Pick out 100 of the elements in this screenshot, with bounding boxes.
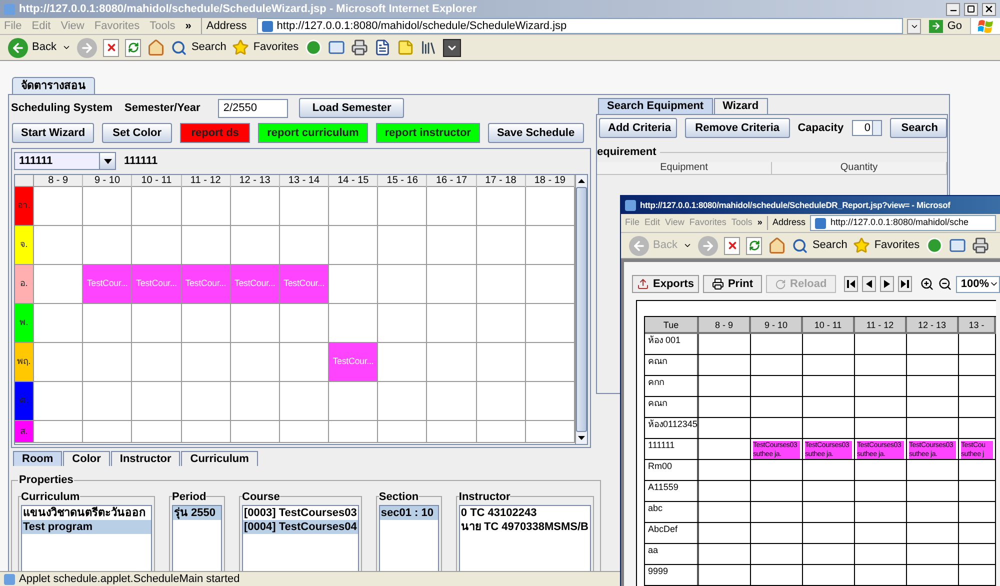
toolbar-button[interactable]: report curriculum [258, 123, 368, 143]
view-tab[interactable]: Curriculum [181, 451, 258, 466]
address-field[interactable]: http://127.0.0.1:8080/mahidol/schedule/ScheduleWizard.jsp [256, 18, 904, 34]
last-page-icon[interactable] [898, 276, 912, 292]
capacity-spinner[interactable]: 0 [852, 120, 882, 136]
printer-icon [712, 278, 724, 290]
menu-overflow-chevron[interactable]: » [185, 18, 192, 34]
panel-tab[interactable]: Wizard [714, 98, 768, 114]
minimize-icon[interactable] [946, 2, 960, 16]
room-combo[interactable]: 111111 [14, 152, 116, 170]
back-button[interactable]: Back [8, 38, 56, 58]
stop-icon[interactable] [103, 38, 120, 56]
day-label: ส. [15, 421, 34, 442]
list-item[interactable]: Test program [22, 520, 151, 534]
address-field[interactable]: http://127.0.0.1:8080/mahidol/sche [810, 215, 996, 231]
table-header: 8 - 9 [699, 317, 751, 334]
reload-icon [775, 278, 786, 290]
column-header: Equipment [597, 162, 772, 174]
menu-overflow-chevron[interactable]: » [757, 216, 762, 230]
group-title: Period [172, 490, 206, 504]
group-title: Curriculum [21, 490, 80, 504]
list-item[interactable]: [0003] TestCourses03 [243, 506, 358, 520]
zoom-select[interactable]: 100% [956, 276, 1000, 292]
remove-criteria-button[interactable]: Remove Criteria [685, 118, 790, 138]
toolbar-button[interactable]: Set Color [102, 123, 172, 143]
view-tab[interactable]: Room [13, 451, 62, 466]
next-page-icon[interactable] [880, 276, 894, 292]
room-cell: Rm00 [645, 460, 699, 480]
home-icon[interactable] [147, 38, 166, 56]
list-item[interactable]: sec01 : 10 [380, 506, 438, 520]
maximize-icon[interactable] [964, 2, 978, 16]
refresh-icon[interactable] [746, 236, 762, 254]
column-header: 17 - 18 [476, 175, 526, 187]
table-header: 9 - 10 [751, 317, 803, 334]
window-title: http://127.0.0.1:8080/mahidol/schedule/ScheduleDR_Report.jsp?view= - Microsof [621, 196, 1000, 214]
dropdown-caret-icon[interactable] [62, 43, 72, 52]
room-cell: aa [645, 544, 699, 564]
list-item[interactable]: นาย TC 4970338MSMS/B [460, 520, 590, 534]
room-cell: คณก [645, 355, 699, 375]
home-icon[interactable] [768, 236, 786, 254]
toolbar-button[interactable]: report instructor [376, 123, 480, 143]
properties-title: Properties [18, 473, 74, 488]
close-icon[interactable] [982, 2, 996, 16]
list-item[interactable]: รุ่น 2550 [173, 506, 221, 520]
dropdown-caret-icon[interactable] [907, 18, 922, 34]
table-header: 12 - 13 [907, 317, 959, 334]
list-item[interactable]: แขนงวิชาดนตรีตะวันออก [22, 506, 151, 520]
zoom-out-icon[interactable] [938, 277, 952, 291]
print-button[interactable]: Print [702, 275, 762, 293]
column-header: 9 - 10 [83, 175, 132, 187]
scroll-down-arrow-icon[interactable] [578, 436, 585, 440]
day-label: พฤ. [15, 343, 34, 381]
favorites-button[interactable]: Favorites [232, 39, 299, 56]
toolbar-button[interactable]: Save Schedule [488, 123, 584, 143]
toolbar-button[interactable]: Start Wizard [12, 123, 94, 143]
list-item[interactable]: [0004] TestCourses04 [243, 520, 358, 534]
column-header: 15 - 16 [378, 175, 428, 187]
first-page-icon[interactable] [844, 276, 858, 292]
load-semester-button[interactable]: Load Semester [299, 98, 404, 118]
search-button[interactable]: Search [890, 118, 947, 138]
printer-icon[interactable] [972, 237, 989, 254]
printer-icon[interactable] [350, 39, 368, 56]
room-cell: คณก [645, 397, 699, 417]
go-button[interactable]: Go [921, 18, 970, 34]
column-header: 16 - 17 [427, 175, 477, 187]
applet-tab[interactable]: จัดตารางสอน [12, 77, 95, 94]
column-header: 11 - 12 [182, 175, 231, 187]
search-button[interactable]: Search [171, 39, 226, 56]
refresh-icon[interactable] [125, 38, 142, 56]
section-title: equirement [597, 144, 658, 160]
room-cell: 9999 [645, 565, 699, 585]
exports-button[interactable]: Exports [632, 275, 699, 293]
dropdown-caret-icon[interactable] [683, 241, 692, 250]
favorites-button[interactable]: Favorites [853, 237, 920, 254]
panel-tab[interactable]: Search Equipment [598, 98, 713, 114]
room-cell: ห้อง0112345 [645, 418, 699, 438]
caret-icon [104, 158, 112, 164]
vertical-scrollbar[interactable] [575, 175, 587, 444]
group-title: Course [242, 490, 280, 504]
column-header: 8 - 9 [34, 175, 84, 187]
semester-field[interactable]: 2/2550 [218, 98, 288, 118]
column-header: Quantity [772, 162, 947, 174]
add-criteria-button[interactable]: Add Criteria [599, 118, 677, 138]
search-icon [792, 238, 808, 254]
toolbar-button[interactable]: report ds [180, 123, 250, 143]
table-header: 11 - 12 [855, 317, 907, 334]
room-cell: 111111 [645, 439, 699, 459]
view-tab[interactable]: Instructor [110, 451, 180, 466]
room-cell: abc [645, 502, 699, 522]
search-button[interactable]: Search [792, 237, 848, 254]
stop-icon[interactable] [724, 236, 740, 254]
note-icon[interactable] [396, 39, 414, 56]
previous-page-icon[interactable] [862, 276, 876, 292]
scroll-up-arrow-icon[interactable] [578, 179, 585, 183]
document-icon[interactable] [374, 39, 391, 56]
zoom-in-icon[interactable] [920, 277, 934, 291]
column-header: 12 - 13 [230, 175, 280, 187]
list-item[interactable]: 0 TC 43102243 [460, 506, 590, 520]
view-tab[interactable]: Color [63, 451, 110, 466]
room-cell: AbcDef [645, 523, 699, 543]
